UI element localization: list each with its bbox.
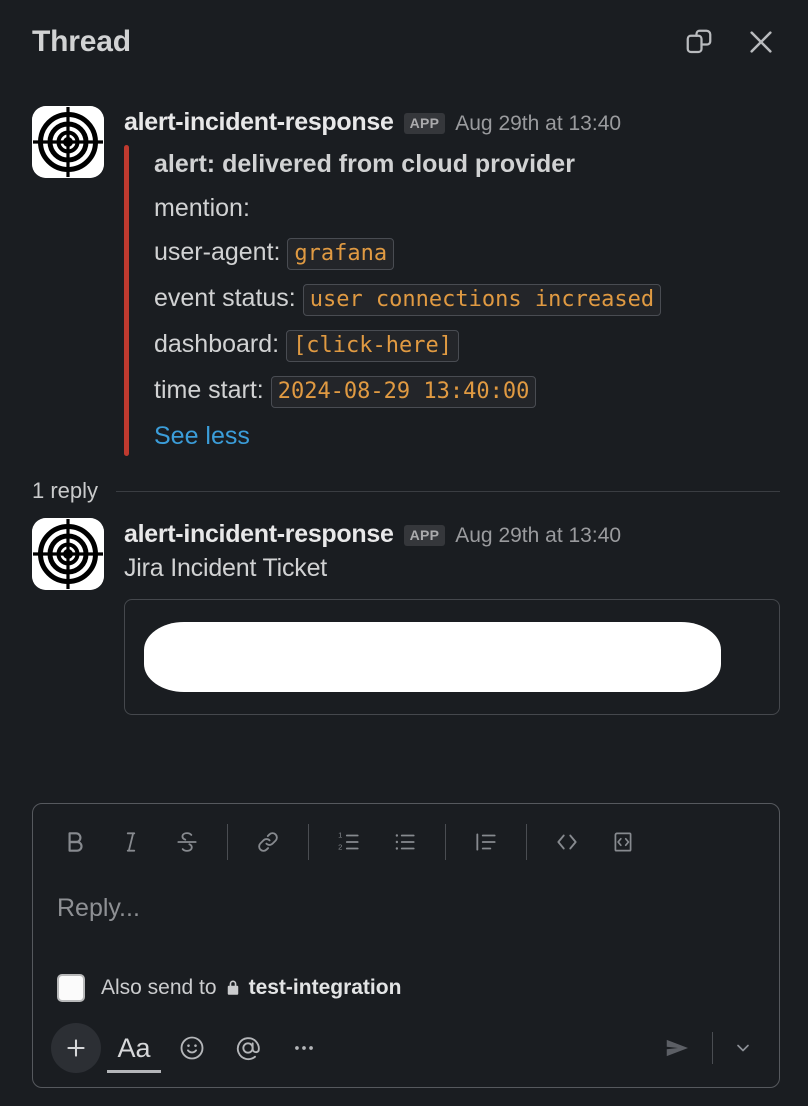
message-timestamp[interactable]: Aug 29th at 13:40	[455, 113, 621, 134]
reply-message-body: alert-incident-response APP Aug 29th at …	[124, 518, 780, 715]
message-timestamp[interactable]: Aug 29th at 13:40	[455, 525, 621, 546]
more-options-icon[interactable]	[279, 1023, 329, 1073]
attachment-label: alert: delivered from cloud provider	[154, 150, 575, 178]
bold-icon[interactable]	[49, 816, 101, 868]
reply-count-divider: 1 reply	[32, 478, 780, 504]
attachment-code-value: 2024-08-29 13:40:00	[270, 376, 537, 408]
attachment-label: mention:	[154, 194, 250, 222]
formatting-aa-icon[interactable]: Aa	[107, 1026, 161, 1073]
reply-list: alert-incident-response APP Aug 29th at …	[0, 510, 808, 715]
link-icon[interactable]	[242, 816, 294, 868]
svg-text:2: 2	[338, 843, 342, 852]
send-icon[interactable]	[650, 1023, 706, 1073]
toolbar-separator	[227, 824, 228, 860]
thread-header: Thread	[0, 0, 808, 84]
message-author[interactable]: alert-incident-response	[124, 110, 394, 135]
attachment-label: time start:	[154, 376, 264, 404]
also-send-checkbox[interactable]	[57, 974, 85, 1002]
attachment-label: user-agent:	[154, 238, 281, 266]
toolbar-separator	[526, 824, 527, 860]
lock-icon	[224, 979, 242, 997]
formatting-toolbar: 1 2	[33, 804, 779, 880]
reply-input[interactable]: Reply...	[33, 880, 779, 964]
attachment-line: mention:	[154, 186, 780, 230]
app-badge: APP	[403, 525, 446, 546]
target-bullseye-avatar[interactable]	[32, 106, 104, 178]
chevron-down-icon[interactable]	[725, 1026, 761, 1070]
reply-count-label: 1 reply	[32, 478, 99, 503]
reply-attachment-box	[124, 599, 780, 715]
toolbar-separator	[308, 824, 309, 860]
alert-attachment: alert: delivered from cloud provider men…	[124, 142, 780, 458]
plus-icon[interactable]	[51, 1022, 101, 1073]
also-send-row: Also send to test-integration	[33, 964, 779, 1014]
message-header: alert-incident-response APP Aug 29th at …	[124, 106, 780, 136]
strikethrough-icon[interactable]	[161, 816, 213, 868]
reply-placeholder: Reply...	[57, 894, 140, 922]
svg-text:1: 1	[338, 831, 342, 840]
thread-messages: alert-incident-response APP Aug 29th at …	[0, 84, 808, 458]
open-in-split-view-icon[interactable]	[682, 25, 716, 59]
attachment-accent-bar	[124, 145, 129, 456]
bulleted-list-icon[interactable]	[379, 816, 431, 868]
blockquote-icon[interactable]	[460, 816, 512, 868]
attachment-code-value: grafana	[287, 238, 395, 270]
composer-actions: Aa	[51, 1022, 650, 1073]
composer-footer: Aa	[33, 1014, 779, 1087]
emoji-icon[interactable]	[167, 1023, 217, 1073]
attachment-line: event status: user connections increased	[154, 276, 780, 322]
attachment-code-value: user connections increased	[302, 284, 662, 316]
app-badge: APP	[403, 113, 446, 134]
send-controls	[650, 1023, 761, 1073]
also-send-label: Also send to test-integration	[101, 976, 401, 1000]
reply-message-text: Jira Incident Ticket	[124, 554, 328, 582]
divider-line	[116, 490, 780, 492]
root-message: alert-incident-response APP Aug 29th at …	[32, 106, 780, 458]
also-send-prefix: Also send to	[101, 976, 217, 999]
see-less-link[interactable]: See less	[154, 414, 780, 458]
attachment-label: event status:	[154, 284, 296, 312]
toolbar-separator	[445, 824, 446, 860]
attachment-line: dashboard: [click-here]	[154, 322, 780, 368]
code-icon[interactable]	[541, 816, 593, 868]
redacted-content	[144, 622, 721, 692]
message-author[interactable]: alert-incident-response	[124, 522, 394, 547]
mention-icon[interactable]	[223, 1023, 273, 1073]
composer-box: 1 2 Reply... Also send to test-integrati…	[32, 803, 780, 1088]
header-actions	[682, 25, 778, 59]
send-separator	[712, 1031, 713, 1064]
italic-icon[interactable]	[105, 816, 157, 868]
attachment-line: user-agent: grafana	[154, 230, 780, 276]
reply-composer: 1 2 Reply... Also send to test-integrati…	[32, 803, 780, 1088]
reply-message: alert-incident-response APP Aug 29th at …	[32, 518, 780, 715]
also-send-channel[interactable]: test-integration	[249, 976, 402, 1000]
target-bullseye-avatar[interactable]	[32, 518, 104, 590]
page-title: Thread	[32, 25, 131, 58]
close-icon[interactable]	[744, 25, 778, 59]
attachment-line: alert: delivered from cloud provider	[154, 142, 780, 186]
root-message-body: alert-incident-response APP Aug 29th at …	[124, 106, 780, 458]
code-block-icon[interactable]	[597, 816, 649, 868]
message-header: alert-incident-response APP Aug 29th at …	[124, 518, 780, 548]
attachment-dashboard-link[interactable]: [click-here]	[286, 330, 460, 362]
ordered-list-icon[interactable]: 1 2	[323, 816, 375, 868]
attachment-line: time start: 2024-08-29 13:40:00	[154, 368, 780, 414]
attachment-label: dashboard:	[154, 330, 280, 358]
